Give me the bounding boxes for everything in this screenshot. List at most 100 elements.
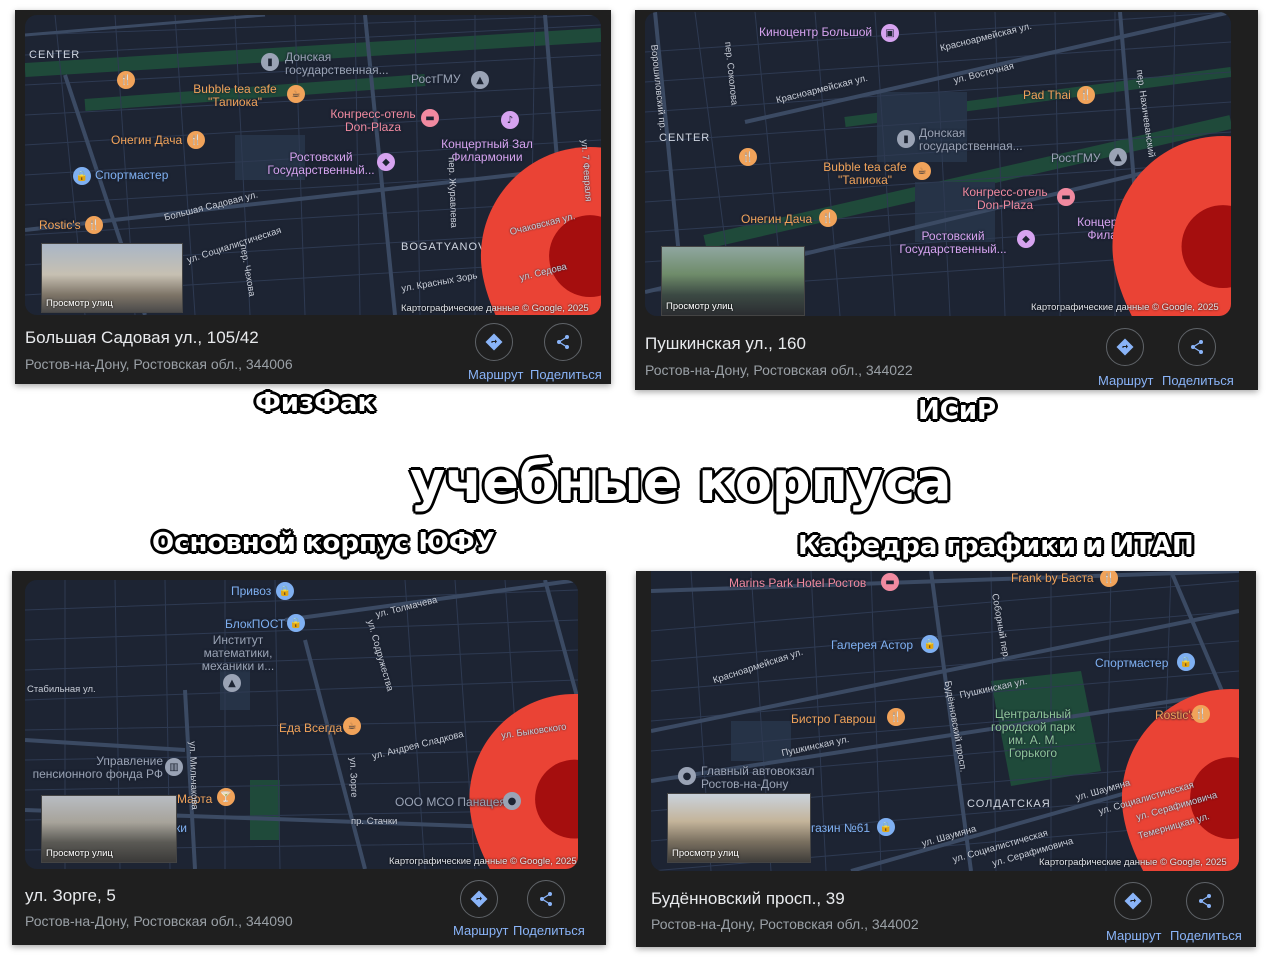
shop-icon: 🔒 [1177, 653, 1195, 671]
share-label[interactable]: Поделиться [513, 923, 585, 938]
share-button[interactable] [1178, 328, 1216, 366]
shop-icon: 🔒 [276, 582, 294, 600]
place-address: Большая Садовая ул., 105/42 [25, 328, 259, 347]
shop-icon: 🔒 [877, 818, 895, 836]
poi-frank-by-basta[interactable]: Frank by Баста [1011, 572, 1094, 585]
share-button[interactable] [527, 880, 565, 918]
map-copyright: Картографические данные © Google, 2025 [401, 303, 589, 314]
street-label: ул. Мильчакова [186, 741, 200, 810]
restaurant-icon: 🍴 [85, 216, 103, 234]
directions-icon [1124, 892, 1142, 910]
cafe-icon: ☕ [343, 717, 361, 735]
poi-pension-fund[interactable]: Управление пенсионного фонда РФ [27, 755, 163, 781]
shop-icon: 🔒 [921, 635, 939, 653]
poi-rostics[interactable]: Rostic's [39, 219, 81, 232]
poi-bubble-tea[interactable]: Bubble tea cafe "Тапиока" [187, 83, 283, 109]
place-address: Пушкинская ул., 160 [645, 334, 806, 353]
poi-bistro-gavrosh[interactable]: Бистро Гаврош [791, 713, 876, 726]
poi-rostics[interactable]: Rostic's [1155, 709, 1197, 722]
caption-fizfak: ФизФак [254, 387, 376, 419]
library-icon: ▮ [897, 130, 915, 148]
page-title: учебные корпуса [409, 449, 953, 514]
medical-icon: ● [503, 792, 521, 810]
caption-main-building: Основной корпус ЮФУ [151, 527, 496, 559]
poi-blokpost[interactable]: БлокПОСТ [225, 618, 285, 631]
share-icon [1191, 340, 1203, 354]
poi-marins-park[interactable]: Marins Park Hotel Ростов [729, 577, 866, 590]
directions-button[interactable] [460, 880, 498, 918]
bus-station-icon: ● [678, 767, 696, 785]
poi-kino-bolshoy[interactable]: Киноцентр Большой [759, 26, 872, 39]
poi-onegin[interactable]: Онегин Дача [111, 134, 182, 147]
map-copyright: Картографические данные © Google, 2025 [1031, 302, 1219, 313]
restaurant-icon: 🍴 [117, 71, 135, 89]
poi-shop-61[interactable]: газин №61 [811, 822, 870, 835]
cafe-icon: ☕ [287, 85, 305, 103]
restaurant-icon: 🍴 [187, 131, 205, 149]
music-icon: ♪ [501, 111, 519, 129]
place-locality: Ростов-на-Дону, Ростовская обл., 344022 [645, 362, 913, 378]
poi-rostgmu[interactable]: РостГМУ [411, 73, 461, 86]
street-label: ул. Зорге [346, 757, 360, 798]
share-icon [1199, 894, 1211, 908]
map-view[interactable]: Киноцентр Большой ▣ CENTER Pad Thai 🍴 ▮ … [645, 12, 1231, 316]
street-view-thumbnail[interactable]: Просмотр улиц [661, 246, 805, 316]
street-view-thumbnail[interactable]: Просмотр улиц [41, 243, 183, 313]
poi-library[interactable]: Донская государственная... [285, 51, 395, 77]
location-pin-icon [1112, 136, 1231, 316]
street-view-label: Просмотр улиц [46, 298, 113, 309]
poi-privoz[interactable]: Привоз [231, 585, 271, 598]
directions-label[interactable]: Маршрут [453, 923, 508, 938]
street-view-thumbnail[interactable]: Просмотр улиц [667, 793, 811, 863]
directions-label[interactable]: Маршрут [1098, 373, 1153, 388]
map-copyright: Картографические данные © Google, 2025 [1039, 857, 1227, 868]
restaurant-icon: 🍴 [1077, 86, 1095, 104]
poi-pad-thai[interactable]: Pad Thai [1023, 89, 1071, 102]
map-copyright: Картографические данные © Google, 2025 [389, 856, 577, 867]
place-address: Будённовский просп., 39 [651, 889, 845, 908]
directions-label[interactable]: Маршрут [468, 367, 523, 382]
university-icon: ▲ [223, 674, 241, 692]
street-label: пр. Стачки [351, 816, 398, 827]
hotel-icon: ▬ [881, 573, 899, 591]
poi-onegin[interactable]: Онегин Дача [741, 213, 812, 226]
share-button[interactable] [544, 323, 582, 361]
place-card-fizfak: CENTER ▮ Донская государственная... 🍴 Bu… [15, 10, 611, 384]
map-view[interactable]: Marins Park Hotel Ростов ▬ Frank by Баст… [651, 571, 1239, 871]
directions-icon [470, 890, 488, 908]
poi-eda-vsegda[interactable]: Еда Всегда [279, 722, 342, 735]
poi-sportmaster[interactable]: Спортмастер [1095, 657, 1168, 670]
place-card-isir: Киноцентр Большой ▣ CENTER Pad Thai 🍴 ▮ … [635, 10, 1258, 390]
district-soldatskaya: СОЛДАТСКАЯ [967, 798, 1051, 810]
poi-sportmaster[interactable]: Спортмастер [95, 169, 168, 182]
share-label[interactable]: Поделиться [530, 367, 602, 382]
government-icon: ▥ [165, 758, 183, 776]
poi-don-plaza[interactable]: Конгресс-отель Don-Plaza [325, 108, 421, 134]
place-address: ул. Зорге, 5 [25, 886, 116, 905]
restaurant-icon: 🍴 [1192, 705, 1210, 723]
directions-label[interactable]: Маршрут [1106, 928, 1161, 943]
poi-math-institute[interactable]: Институт математики, механики и... [193, 634, 283, 673]
share-label[interactable]: Поделиться [1162, 373, 1234, 388]
directions-button[interactable] [1114, 882, 1152, 920]
directions-button[interactable] [475, 323, 513, 361]
place-locality: Ростов-на-Дону, Ростовская обл., 344090 [25, 913, 293, 929]
district-center: CENTER [29, 49, 81, 61]
restaurant-icon: 🍴 [819, 209, 837, 227]
share-button[interactable] [1186, 882, 1224, 920]
poi-bubble-tea[interactable]: Bubble tea cafe "Тапиока" [817, 161, 913, 187]
poi-avtovokzal[interactable]: Главный автовокзал Ростов-на-Дону [701, 765, 831, 791]
poi-gorky-park[interactable]: Центральный городской парк им. А. М. Гор… [987, 708, 1079, 760]
map-view[interactable]: CENTER ▮ Донская государственная... 🍴 Bu… [25, 15, 601, 315]
share-label[interactable]: Поделиться [1170, 928, 1242, 943]
district-center: CENTER [659, 132, 711, 144]
poi-panaceya[interactable]: ООО МСО Панацея [395, 796, 506, 809]
place-locality: Ростов-на-Дону, Ростовская обл., 344006 [25, 356, 293, 372]
poi-galereya-astor[interactable]: Галерея Астор [831, 639, 913, 652]
street-view-thumbnail[interactable]: Просмотр улиц [41, 795, 177, 863]
street-view-label: Просмотр улиц [46, 848, 113, 859]
shop-icon: 🔒 [73, 167, 91, 185]
directions-button[interactable] [1106, 328, 1144, 366]
bar-icon: 🍸 [217, 788, 235, 806]
map-view[interactable]: Привоз 🔒 БлокПОСТ 🔒 Институт математики,… [25, 580, 578, 869]
